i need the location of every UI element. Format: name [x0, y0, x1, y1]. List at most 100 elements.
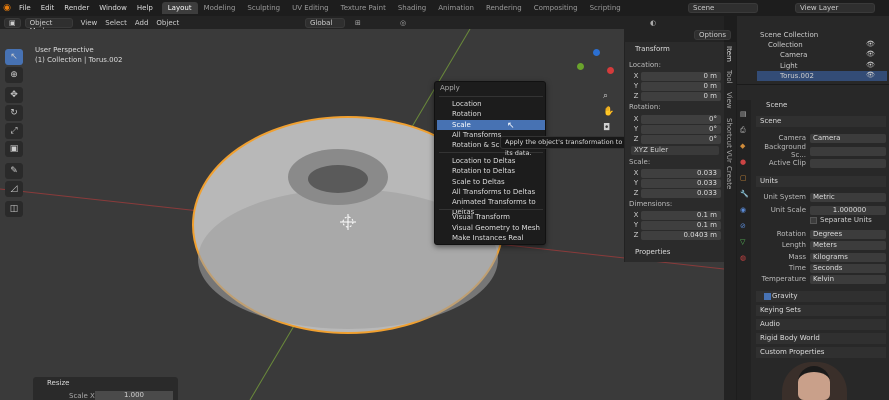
- menu-object[interactable]: Object: [156, 19, 179, 27]
- scale-y-field[interactable]: 0.033: [641, 178, 721, 188]
- tab-sculpting[interactable]: Sculpting: [241, 2, 286, 14]
- scale-x-field[interactable]: 1.000: [95, 391, 173, 400]
- object-props-icon[interactable]: ▢: [740, 174, 747, 182]
- menu-item-rotation-to-deltas[interactable]: Rotation to Deltas: [437, 166, 545, 176]
- rigid-body-world-section[interactable]: Rigid Body World: [756, 333, 886, 344]
- menu-item-visual-geometry-to-mesh[interactable]: Visual Geometry to Mesh: [437, 223, 545, 233]
- location-y-row[interactable]: Y0 m: [631, 81, 721, 91]
- render-props-icon[interactable]: ▤: [740, 110, 747, 118]
- background-scene-field[interactable]: [810, 146, 886, 156]
- move-tool-icon[interactable]: ✥: [5, 87, 23, 103]
- dimensions-y-row[interactable]: Y 0.1 m: [631, 220, 721, 230]
- units-section[interactable]: Units: [756, 176, 886, 187]
- modifier-props-icon[interactable]: 🔧: [740, 190, 749, 198]
- snap-icon[interactable]: ⊞: [355, 19, 361, 27]
- active-clip-field[interactable]: [810, 158, 886, 168]
- location-z-row[interactable]: Z0 m: [631, 91, 721, 101]
- select-box-tool-icon[interactable]: ↖: [5, 49, 23, 65]
- location-y-field[interactable]: 0 m: [641, 81, 721, 91]
- menu-file[interactable]: File: [14, 4, 36, 12]
- outliner-scene-collection[interactable]: Scene Collection: [760, 30, 818, 40]
- time-dropdown[interactable]: Seconds: [810, 263, 886, 273]
- gizmo-x-icon[interactable]: [607, 67, 614, 74]
- location-x-row[interactable]: X0 m: [631, 71, 721, 81]
- physics-props-icon[interactable]: ◉: [740, 206, 746, 214]
- menu-item-scale[interactable]: Scale: [437, 120, 545, 130]
- tab-modeling[interactable]: Modeling: [198, 2, 242, 14]
- scale-x-row[interactable]: X 0.033: [631, 168, 721, 178]
- transform-panel-title[interactable]: Transform: [635, 45, 670, 53]
- proportional-edit-icon[interactable]: ◎: [400, 19, 406, 27]
- rotation-x-field[interactable]: 0°: [641, 114, 721, 124]
- length-dropdown[interactable]: Meters: [810, 240, 886, 250]
- gizmo-y-icon[interactable]: [577, 63, 584, 70]
- checkbox-icon[interactable]: [810, 216, 817, 224]
- add-cube-tool-icon[interactable]: ◫: [5, 201, 23, 217]
- rotate-tool-icon[interactable]: ↻: [5, 105, 23, 121]
- unit-system-dropdown[interactable]: Metric: [810, 192, 886, 202]
- menu-window[interactable]: Window: [94, 4, 132, 12]
- location-x-field[interactable]: 0 m: [641, 71, 721, 81]
- tab-animation[interactable]: Animation: [432, 2, 480, 14]
- audio-section[interactable]: Audio: [756, 319, 886, 330]
- menu-render[interactable]: Render: [59, 4, 94, 12]
- unit-scale-field[interactable]: 1.000000: [810, 205, 886, 215]
- location-z-field[interactable]: 0 m: [641, 91, 721, 101]
- annotate-tool-icon[interactable]: ✎: [5, 163, 23, 179]
- separate-units-checkbox[interactable]: Separate Units: [810, 216, 872, 224]
- tab-view[interactable]: View: [725, 92, 733, 109]
- menu-add[interactable]: Add: [135, 19, 149, 27]
- tab-rendering[interactable]: Rendering: [480, 2, 528, 14]
- eye-icon[interactable]: 👁: [866, 50, 875, 58]
- tab-texture-paint[interactable]: Texture Paint: [335, 2, 392, 14]
- dimensions-z-row[interactable]: Z 0.0403 m: [631, 230, 721, 240]
- scale-tool-icon[interactable]: ⤢: [5, 123, 23, 139]
- properties-subpanel[interactable]: Properties: [635, 248, 670, 256]
- keying-sets-section[interactable]: Keying Sets: [756, 305, 886, 316]
- navigation-gizmo[interactable]: [575, 49, 615, 89]
- scale-z-field[interactable]: 0.033: [641, 188, 721, 198]
- dimensions-y-field[interactable]: 0.1 m: [641, 220, 721, 230]
- gizmo-z-icon[interactable]: [593, 49, 600, 56]
- scene-section[interactable]: Scene: [756, 116, 886, 127]
- gravity-checkbox-icon[interactable]: [764, 293, 771, 300]
- scale-y-row[interactable]: Y 0.033: [631, 178, 721, 188]
- menu-help[interactable]: Help: [132, 4, 158, 12]
- transform-orientation-dropdown[interactable]: Global: [305, 17, 345, 28]
- gravity-section[interactable]: Gravity: [756, 291, 886, 302]
- menu-item-location[interactable]: Location: [437, 99, 545, 109]
- menu-item-animated-transforms-to-deltas[interactable]: Animated Transforms to Deltas: [437, 197, 545, 216]
- world-props-icon[interactable]: ●: [740, 158, 746, 166]
- scene-props-icon[interactable]: ◆: [740, 142, 745, 150]
- shading-icon[interactable]: ◐: [650, 19, 656, 27]
- options-button[interactable]: Options: [694, 30, 732, 40]
- zoom-icon[interactable]: ⌕: [603, 91, 608, 101]
- dimensions-x-field[interactable]: 0.1 m: [641, 210, 721, 220]
- tab-compositing[interactable]: Compositing: [528, 2, 584, 14]
- tab-shading[interactable]: Shading: [392, 2, 432, 14]
- dimensions-z-field[interactable]: 0.0403 m: [641, 230, 721, 240]
- measure-tool-icon[interactable]: ◿: [5, 181, 23, 197]
- rotation-z-row[interactable]: Z 0°: [631, 134, 721, 144]
- menu-edit[interactable]: Edit: [36, 4, 60, 12]
- tab-layout[interactable]: Layout: [161, 2, 198, 14]
- rotation-y-field[interactable]: 0°: [641, 124, 721, 134]
- temperature-dropdown[interactable]: Kelvin: [810, 274, 886, 284]
- dimensions-x-row[interactable]: X 0.1 m: [631, 210, 721, 220]
- tab-create[interactable]: Create: [725, 166, 733, 189]
- view-layer-selector[interactable]: View Layer: [795, 3, 875, 13]
- pan-hand-icon[interactable]: ✋: [603, 107, 614, 117]
- outliner-camera[interactable]: Camera: [780, 50, 807, 60]
- tab-uv-editing[interactable]: UV Editing: [286, 2, 335, 14]
- menu-select[interactable]: Select: [105, 19, 127, 27]
- eye-icon[interactable]: 👁: [866, 71, 875, 79]
- data-props-icon[interactable]: ▽: [740, 238, 745, 246]
- tab-scripting[interactable]: Scripting: [584, 2, 627, 14]
- eye-icon[interactable]: 👁: [866, 61, 875, 69]
- rotation-units-dropdown[interactable]: Degrees: [810, 229, 886, 239]
- tab-shortcut-vur[interactable]: Shortcut VUr: [725, 118, 733, 163]
- cursor-tool-icon[interactable]: ⊕: [5, 67, 23, 83]
- rotation-x-row[interactable]: X 0°: [631, 114, 721, 124]
- outliner-light[interactable]: Light: [780, 61, 797, 71]
- outliner-collection[interactable]: Collection: [768, 40, 803, 50]
